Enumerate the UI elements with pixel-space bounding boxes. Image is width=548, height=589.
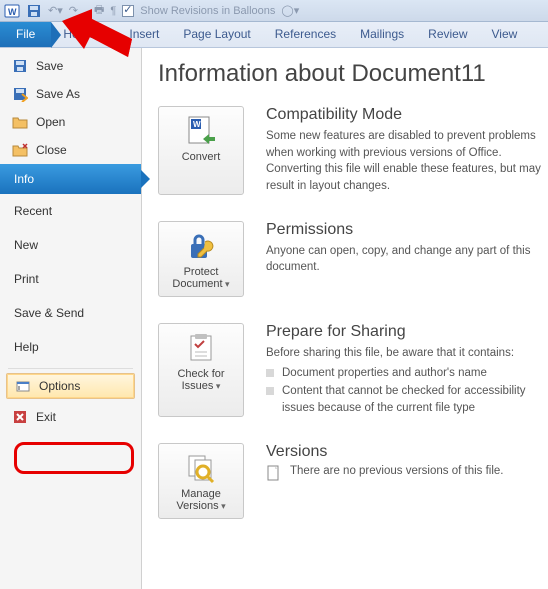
svg-text:W: W [8, 7, 17, 17]
section-title: Versions [266, 443, 548, 461]
section-permissions: Protect Document Permissions Anyone can … [158, 221, 548, 297]
section-compatibility: W Convert Compatibility Mode Some new fe… [158, 106, 548, 195]
sidebar-label: Exit [36, 410, 56, 424]
sidebar-help[interactable]: Help [0, 330, 141, 364]
check-issues-button[interactable]: Check for Issues [158, 323, 244, 417]
backstage-content: Information about Document11 W Convert C… [142, 48, 548, 589]
sidebar-label: Save [36, 59, 63, 73]
list-item: Content that cannot be checked for acces… [266, 383, 548, 418]
qat-print-icon[interactable]: 🖶 [94, 1, 104, 20]
versions-icon [163, 452, 239, 484]
svg-text:W: W [193, 120, 201, 129]
button-label: Protect Document [163, 266, 239, 290]
list-item: Document properties and author's name [266, 365, 548, 382]
document-icon [266, 465, 282, 481]
section-prepare-sharing: Check for Issues Prepare for Sharing Bef… [158, 323, 548, 417]
sidebar-recent[interactable]: Recent [0, 194, 141, 228]
open-icon [12, 114, 28, 130]
quick-access-toolbar: W ↶▾ ↷ 🖶 ¶ Show Revisions in Balloons ◯▾ [0, 0, 548, 22]
convert-button[interactable]: W Convert [158, 106, 244, 195]
sidebar-save-send[interactable]: Save & Send [0, 296, 141, 330]
undo-icon[interactable]: ↶▾ [48, 4, 63, 17]
section-text: There are no previous versions of this f… [290, 465, 504, 477]
sidebar-info[interactable]: Info [0, 164, 141, 194]
tab-view[interactable]: View [480, 22, 530, 47]
section-title: Compatibility Mode [266, 106, 548, 124]
save-icon[interactable] [26, 3, 42, 19]
options-icon [15, 378, 31, 394]
tab-references[interactable]: References [263, 22, 348, 47]
close-icon [12, 142, 28, 158]
sidebar-label: Save As [36, 87, 80, 101]
bullet-icon [266, 369, 274, 377]
protect-document-button[interactable]: Protect Document [158, 221, 244, 297]
show-revisions-checkbox[interactable] [122, 5, 134, 17]
button-label: Check for Issues [163, 368, 239, 392]
sidebar-new[interactable]: New [0, 228, 141, 262]
bullet-icon [266, 387, 274, 395]
qat-extra-icon[interactable]: ◯▾ [281, 4, 299, 17]
tab-page-layout[interactable]: Page Layout [171, 22, 262, 47]
tab-mailings[interactable]: Mailings [348, 22, 416, 47]
section-title: Prepare for Sharing [266, 323, 548, 341]
tab-insert[interactable]: Insert [107, 22, 171, 47]
section-title: Permissions [266, 221, 548, 239]
backstage-sidebar: Save Save As Open Close Info Recent New … [0, 48, 142, 589]
redo-icon[interactable]: ↷ [69, 4, 78, 17]
sidebar-exit[interactable]: Exit [0, 403, 141, 431]
word-app-icon: W [4, 3, 20, 19]
tab-review[interactable]: Review [416, 22, 479, 47]
sidebar-print[interactable]: Print [0, 262, 141, 296]
save-as-icon [12, 86, 28, 102]
manage-versions-button[interactable]: Manage Versions [158, 443, 244, 519]
qat-para-icon[interactable]: ¶ [110, 5, 116, 17]
section-text: Before sharing this file, be aware that … [266, 345, 548, 362]
sidebar-separator [8, 368, 133, 369]
convert-icon: W [163, 115, 239, 147]
page-title: Information about Document11 [158, 60, 548, 88]
sidebar-open[interactable]: Open [0, 108, 141, 136]
sidebar-close[interactable]: Close [0, 136, 141, 164]
sidebar-label: Options [39, 379, 80, 393]
tab-file[interactable]: File [0, 22, 51, 47]
lock-icon [163, 230, 239, 262]
section-text: Some new features are disabled to preven… [266, 128, 548, 195]
section-versions: Manage Versions Versions There are no pr… [158, 443, 548, 519]
exit-icon [12, 409, 28, 425]
sidebar-save-as[interactable]: Save As [0, 80, 141, 108]
button-label: Manage Versions [163, 488, 239, 512]
save-icon [12, 58, 28, 74]
button-label: Convert [163, 151, 239, 163]
section-text: Anyone can open, copy, and change any pa… [266, 243, 548, 276]
sidebar-label: Close [36, 143, 67, 157]
show-revisions-label: Show Revisions in Balloons [140, 5, 275, 17]
ribbon-tabs: File Home Insert Page Layout References … [0, 22, 548, 48]
checklist-icon [163, 332, 239, 364]
sidebar-label: Open [36, 115, 65, 129]
sidebar-label: Info [14, 172, 34, 186]
sidebar-options[interactable]: Options [6, 373, 135, 399]
sidebar-save[interactable]: Save [0, 52, 141, 80]
